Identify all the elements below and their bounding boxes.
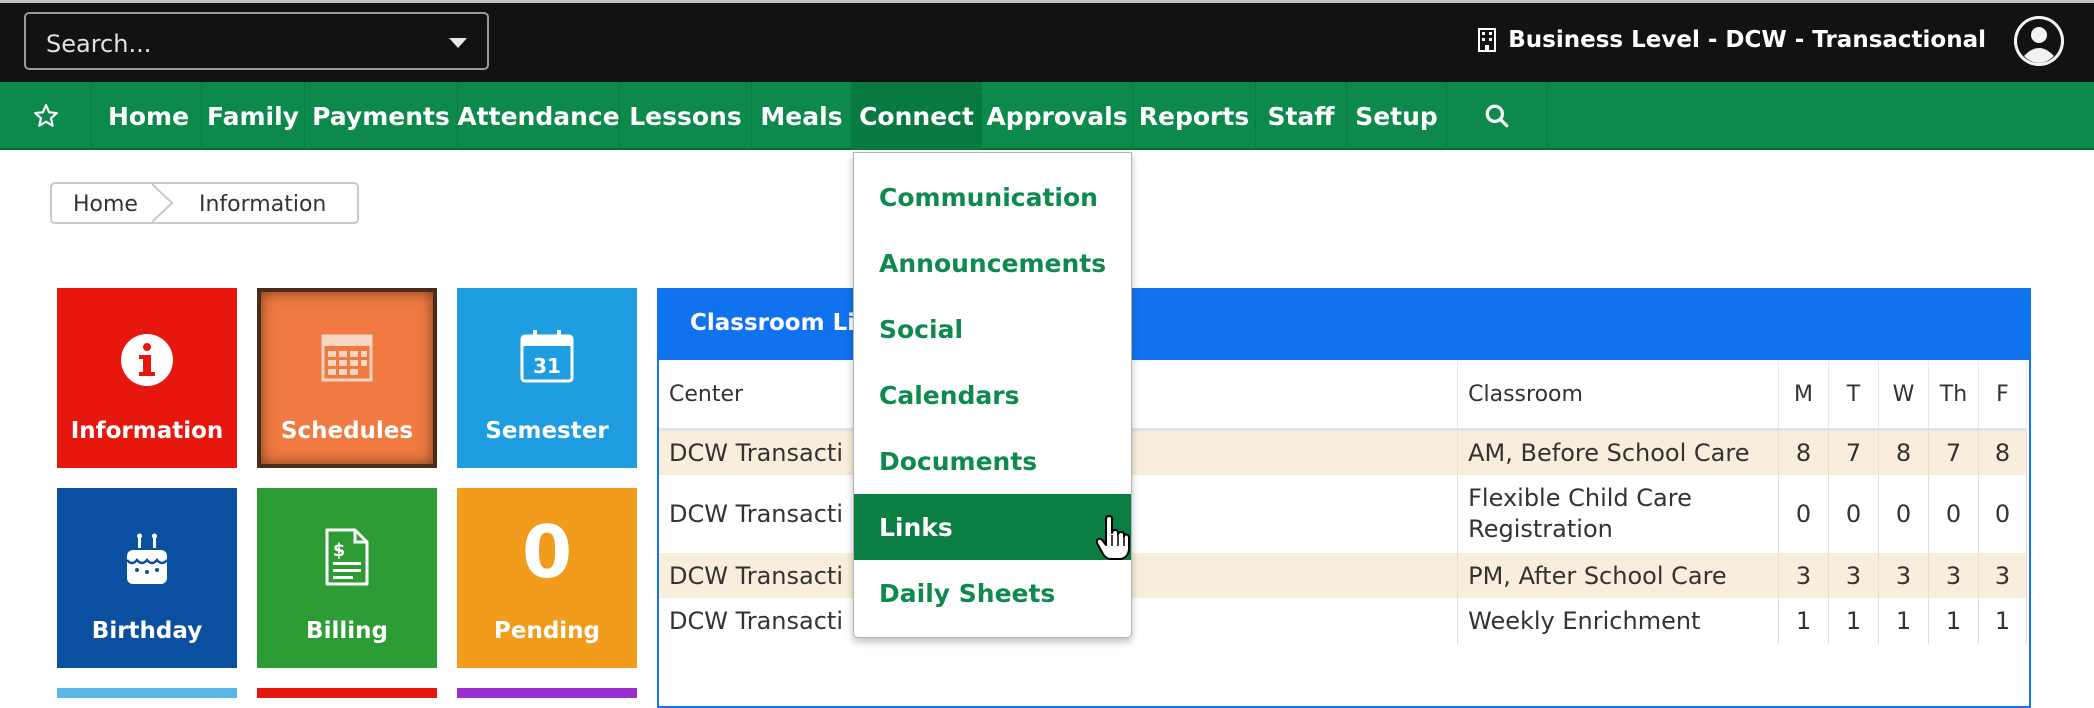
calendar-31-icon: 31 (520, 330, 574, 383)
cake-icon-wrap (57, 532, 237, 588)
header-classroom[interactable]: Classroom (1457, 361, 1780, 431)
invoice-icon: $ (325, 528, 369, 586)
tile-semester[interactable]: 31 Semester (457, 288, 637, 468)
nav-meals[interactable]: Meals (752, 82, 852, 150)
cell-w: 3 (1878, 553, 1929, 598)
breadcrumb-current: Information (199, 192, 327, 217)
panel-title: Classroom List (690, 310, 880, 336)
cell-th: 0 (1928, 475, 1979, 553)
cell-t: 0 (1828, 475, 1879, 553)
info-icon-wrap (57, 332, 237, 388)
connect-dropdown-menu: Communication Announcements Social Calen… (853, 152, 1132, 638)
nav-reports[interactable]: Reports (1133, 82, 1256, 150)
cell-m: 1 (1778, 598, 1830, 644)
tile-label: Birthday (91, 618, 203, 644)
avatar[interactable] (2014, 16, 2064, 66)
cell-f: 1 (1978, 598, 2028, 644)
nav-family[interactable]: Family (202, 82, 305, 150)
nav-staff[interactable]: Staff (1256, 82, 1347, 150)
breadcrumb: Home Information (50, 182, 359, 224)
nav-setup[interactable]: Setup (1347, 82, 1447, 150)
tile-pending[interactable]: 0 Pending (457, 488, 637, 668)
nav-connect[interactable]: Connect (852, 82, 982, 150)
cell-m: 0 (1778, 475, 1830, 553)
business-level-selector[interactable]: Business Level - DCW - Transactional (1478, 27, 1986, 53)
menu-item-announcements[interactable]: Announcements (854, 230, 1131, 296)
star-icon (33, 104, 58, 127)
cell-classroom: Flexible Child Care Registration (1457, 475, 1780, 553)
cell-f: 3 (1978, 553, 2028, 598)
menu-item-communication[interactable]: Communication (854, 164, 1131, 230)
cell-w: 8 (1878, 429, 1929, 475)
breadcrumb-separator (151, 184, 174, 222)
cell-w: 1 (1878, 598, 1929, 644)
chevron-down-icon[interactable] (449, 38, 467, 48)
nav-lessons[interactable]: Lessons (620, 82, 752, 150)
tile-label: Semester (485, 418, 609, 444)
search-combobox[interactable]: Search... (24, 12, 489, 70)
cell-classroom: AM, Before School Care (1457, 429, 1780, 475)
info-icon (121, 334, 173, 386)
nav-payments[interactable]: Payments (305, 82, 458, 150)
header-th[interactable]: Th (1928, 361, 1979, 431)
cell-classroom: Weekly Enrichment (1457, 598, 1780, 644)
nav-search-button[interactable] (1446, 82, 1548, 150)
nav-home[interactable]: Home (96, 82, 202, 150)
tile-schedules[interactable]: Schedules (257, 288, 437, 468)
cell-th: 3 (1928, 553, 1979, 598)
header-f[interactable]: F (1978, 361, 2028, 431)
menu-item-social[interactable]: Social (854, 296, 1131, 362)
tile-birthday[interactable]: Birthday (57, 488, 237, 668)
search-placeholder: Search... (46, 30, 152, 58)
cell-t: 3 (1828, 553, 1879, 598)
tile-row3-2[interactable] (257, 688, 437, 698)
building-icon (1478, 28, 1497, 52)
pending-count: 0 (521, 510, 573, 594)
main-nav: Home Family Payments Attendance Lessons … (0, 82, 2094, 150)
cell-th: 7 (1928, 429, 1979, 475)
tile-label: Schedules (280, 418, 414, 444)
tile-label: Information (70, 418, 224, 444)
tile-billing[interactable]: $ Billing (257, 488, 437, 668)
invoice-icon-wrap: $ (257, 528, 437, 586)
cell-f: 0 (1978, 475, 2028, 553)
cell-th: 1 (1928, 598, 1979, 644)
hand-cursor-icon (1096, 515, 1130, 560)
business-level-label: Business Level - DCW - Transactional (1508, 27, 1986, 53)
tile-label: Pending (493, 618, 600, 644)
header-w[interactable]: W (1878, 361, 1929, 431)
cell-w: 0 (1878, 475, 1929, 553)
calendar-grid-icon-wrap (261, 332, 433, 384)
cake-icon (126, 533, 168, 584)
nav-approvals[interactable]: Approvals (982, 82, 1133, 150)
header-m[interactable]: M (1778, 361, 1830, 431)
favorites-button[interactable] (0, 82, 92, 150)
tile-row3-3[interactable] (457, 688, 637, 698)
nav-attendance[interactable]: Attendance (457, 82, 620, 150)
cell-t: 7 (1828, 429, 1879, 475)
cell-f: 8 (1978, 429, 2028, 475)
search-icon (1485, 104, 1509, 128)
menu-item-documents[interactable]: Documents (854, 428, 1131, 494)
cell-t: 1 (1828, 598, 1879, 644)
cell-classroom: PM, After School Care (1457, 553, 1780, 598)
svg-text:$: $ (333, 540, 346, 561)
menu-item-daily-sheets[interactable]: Daily Sheets (854, 560, 1131, 626)
cell-m: 3 (1778, 553, 1830, 598)
tile-information[interactable]: Information (57, 288, 237, 468)
calendar-31-icon-wrap: 31 (457, 328, 637, 384)
tile-row3-1[interactable] (57, 688, 237, 698)
user-icon (2014, 16, 2064, 66)
top-bar: Search... Business Level - DCW - Transac… (0, 0, 2094, 82)
cell-m: 8 (1778, 429, 1830, 475)
menu-item-links[interactable]: Links (854, 494, 1131, 560)
calendar-grid-icon (321, 334, 373, 382)
calendar-day-text: 31 (533, 354, 561, 378)
menu-item-calendars[interactable]: Calendars (854, 362, 1131, 428)
breadcrumb-home[interactable]: Home (73, 192, 138, 217)
tile-label: Billing (306, 618, 388, 644)
header-t[interactable]: T (1828, 361, 1879, 431)
